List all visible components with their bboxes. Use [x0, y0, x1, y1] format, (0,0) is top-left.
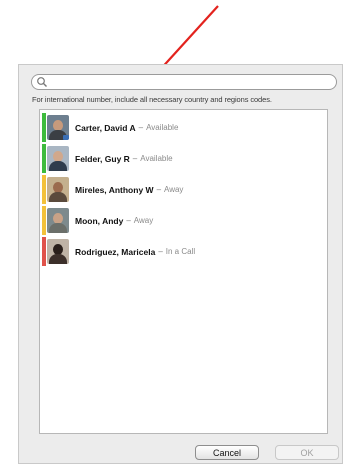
avatar	[47, 177, 69, 202]
separator: –	[132, 154, 138, 163]
contact-row[interactable]: Mireles, Anthony W – Away	[42, 175, 192, 204]
search-field[interactable]	[31, 74, 337, 90]
international-number-hint: For international number, include all ne…	[32, 95, 272, 104]
presence-bar	[42, 237, 46, 266]
contact-row[interactable]: Rodriguez, Maricela – In a Call	[42, 237, 196, 266]
contact-row[interactable]: Felder, Guy R – Available	[42, 144, 192, 173]
contact-name: Felder, Guy R	[75, 153, 130, 164]
contact-status: Away	[164, 185, 184, 194]
separator: –	[126, 216, 131, 225]
video-camera-icon	[63, 135, 69, 140]
presence-bar	[42, 175, 46, 204]
separator: –	[158, 247, 163, 256]
contact-status: Available	[146, 123, 179, 132]
avatar	[47, 115, 69, 140]
cancel-button[interactable]: Cancel	[195, 445, 259, 460]
contact-name: Rodriguez, Maricela	[75, 246, 156, 257]
contact-name: Mireles, Anthony W	[75, 184, 154, 195]
contact-name: Moon, Andy	[75, 215, 124, 226]
avatar	[47, 239, 69, 264]
contact-list[interactable]: Carter, David A – Available Felder, Guy …	[39, 109, 328, 434]
contact-status: Available	[140, 154, 173, 163]
presence-bar	[42, 144, 46, 173]
contact-picker-dialog: For international number, include all ne…	[18, 64, 343, 464]
separator: –	[156, 185, 162, 194]
contact-row[interactable]: Carter, David A – Available	[42, 113, 192, 142]
search-input[interactable]	[48, 75, 332, 89]
avatar	[47, 146, 69, 171]
ok-button[interactable]: OK	[275, 445, 339, 460]
presence-bar	[42, 113, 46, 142]
contact-status: In a Call	[165, 247, 196, 256]
search-icon	[37, 77, 47, 87]
avatar	[47, 208, 69, 233]
presence-bar	[42, 206, 46, 235]
separator: –	[138, 123, 144, 132]
contact-name: Carter, David A	[75, 122, 136, 133]
contact-status: Away	[133, 216, 154, 225]
contact-row[interactable]: Moon, Andy – Away	[42, 206, 192, 235]
